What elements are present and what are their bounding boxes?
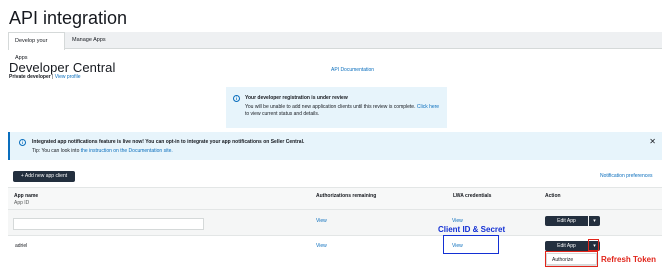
documentation-instruction-link[interactable]: the instruction on the Documentation sit… [81, 148, 173, 154]
authorizations-view-link[interactable]: View [316, 218, 327, 224]
lwa-view-link[interactable]: View [452, 218, 463, 224]
review-notice: i Your developer registration is under r… [226, 87, 447, 128]
col-authorizations: Authorizations remaining [316, 193, 377, 199]
tab-develop-apps[interactable]: Develop your Apps [8, 32, 65, 61]
annotation-caret-box [588, 239, 599, 251]
edit-app-group: Edit App ▾ [545, 216, 600, 226]
add-app-client-button[interactable]: + Add new app client [13, 171, 75, 182]
notification-notice-title: Integrated app notifications feature is … [32, 139, 305, 145]
col-action: Action [545, 193, 561, 199]
annotation-client-secret-label: Client ID & Secret [438, 225, 506, 234]
api-documentation-link[interactable]: API Documentation [331, 67, 374, 73]
developer-subtitle: Private developer | View profile [9, 74, 81, 80]
review-notice-body: You will be unable to add new applicatio… [245, 104, 416, 110]
col-app-name: App name [14, 193, 39, 199]
annotation-refresh-token-label: Refresh Token [601, 255, 656, 264]
table-row: View View Edit App ▾ [8, 209, 662, 235]
developer-central-title: Developer Central [9, 60, 116, 75]
app-name-field[interactable] [13, 218, 204, 230]
chevron-down-icon[interactable]: ▾ [589, 216, 600, 226]
tab-bar: Develop your Apps Manage Apps [8, 32, 662, 61]
authorizations-view-link[interactable]: View [316, 243, 327, 249]
click-here-link[interactable]: Click here [417, 104, 439, 110]
notification-preferences-link[interactable]: Notification preferences [600, 173, 653, 179]
tip-prefix: Tip: You can look into [32, 148, 80, 154]
review-notice-title: Your developer registration is under rev… [245, 95, 348, 101]
annotation-authorize-box [545, 251, 598, 267]
close-icon[interactable]: ✕ [649, 137, 656, 146]
info-icon: i [233, 95, 240, 102]
view-profile-link[interactable]: View profile [55, 74, 81, 80]
developer-role: Private developer [9, 74, 51, 80]
info-icon: i [19, 139, 26, 146]
edit-app-button[interactable]: Edit App [545, 241, 588, 251]
notification-notice-tip: Tip: You can look into the instruction o… [32, 148, 173, 154]
review-notice-tail: to view current status and details. [245, 111, 320, 117]
annotation-client-id-box [443, 235, 499, 254]
table-header: App name App ID Authorizations remaining… [8, 187, 662, 209]
notification-notice: i Integrated app notifications feature i… [8, 132, 662, 160]
page-title: API integration [9, 8, 128, 28]
col-app-id: App ID [14, 200, 30, 206]
app-name-cell: adriel [15, 243, 28, 249]
review-notice-text: You will be unable to add new applicatio… [245, 104, 441, 118]
tab-manage-apps[interactable]: Manage Apps [66, 32, 112, 49]
col-lwa-credentials: LWA credentials [453, 193, 492, 199]
edit-app-button[interactable]: Edit App [545, 216, 588, 226]
